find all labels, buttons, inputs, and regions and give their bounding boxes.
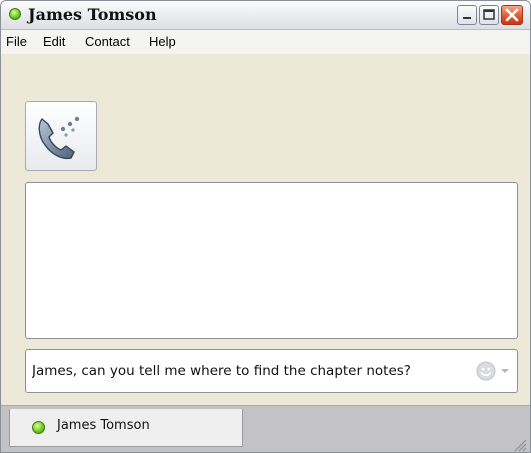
menu-help[interactable]: Help — [149, 34, 176, 49]
smiley-icon — [476, 361, 509, 381]
emoji-button[interactable] — [474, 360, 514, 382]
online-status-icon — [32, 421, 45, 434]
menu-edit[interactable]: Edit — [43, 34, 65, 49]
minimize-button[interactable] — [457, 5, 477, 25]
call-button[interactable] — [25, 101, 97, 171]
chat-window: James Tomson File Edit Contact Help Jame… — [0, 0, 531, 453]
maximize-icon — [483, 9, 495, 20]
phone-icon — [38, 116, 80, 160]
tab-label: James Tomson — [57, 418, 150, 433]
compose-box — [25, 349, 518, 393]
tab-strip: James Tomson — [1, 405, 530, 453]
online-status-icon — [9, 8, 21, 20]
message-history[interactable] — [25, 182, 518, 339]
resize-grip-icon[interactable] — [510, 435, 528, 453]
window-title: James Tomson — [28, 5, 157, 24]
menu-contact[interactable]: Contact — [85, 34, 130, 49]
maximize-button[interactable] — [479, 5, 499, 25]
minimize-icon — [463, 17, 471, 19]
close-button[interactable] — [501, 5, 523, 25]
tab-james-tomson[interactable]: James Tomson — [9, 409, 243, 447]
menu-bar: File Edit Contact Help — [1, 30, 530, 54]
message-input[interactable] — [26, 350, 456, 392]
title-bar[interactable]: James Tomson — [1, 1, 530, 30]
menu-file[interactable]: File — [6, 34, 27, 49]
close-icon — [505, 8, 519, 22]
